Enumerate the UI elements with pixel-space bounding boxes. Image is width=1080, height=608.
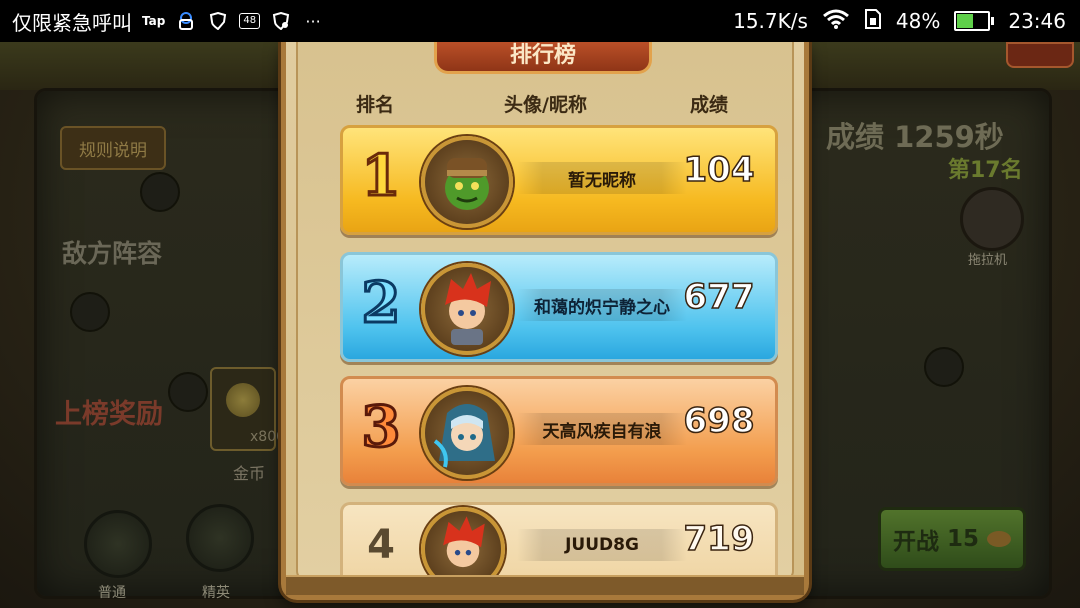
reward-slot-icon [168, 372, 208, 412]
player-score: 104 [683, 149, 755, 191]
start-cost: 15 [946, 526, 979, 552]
hero-avatar-icon[interactable] [960, 187, 1024, 251]
status-bar: 仅限紧急呼叫 Tap 48 ··· 15.7K/s 48% 23:46 [0, 0, 1080, 42]
settings-shield-icon [270, 10, 292, 32]
rank-number: 1 [360, 143, 402, 210]
vpn-lock-icon [175, 10, 197, 32]
clock: 23:46 [1008, 9, 1066, 33]
battery-icon [954, 11, 995, 31]
rank-number: 2 [360, 270, 402, 337]
shield-icon [207, 10, 229, 32]
player-name: JUUD8G [517, 529, 687, 561]
rank-number: 3 [360, 394, 402, 461]
mode-elite-button[interactable] [186, 504, 254, 572]
carrier-status: 仅限紧急呼叫 [12, 10, 132, 35]
acorn-icon [987, 531, 1011, 547]
network-speed: 15.7K/s [733, 9, 808, 33]
rules-button[interactable]: 规则说明 [60, 126, 166, 170]
leaderboard-row[interactable]: 4 JUUD8G 719 [340, 502, 778, 585]
enemy-lineup-title: 敌方阵容 [62, 239, 163, 268]
leaderboard-body: 排名 头像/昵称 成绩 1 暂无昵称 104 2 和蔼的炽宁静之心 677 3 … [296, 42, 794, 585]
mode-elite-label: 精英 [202, 585, 230, 601]
enemy-slot-icon [140, 172, 180, 212]
my-rank: 第17名 [948, 158, 1023, 183]
reward-title: 上榜奖励 [55, 399, 163, 430]
mode-normal-label: 普通 [98, 585, 126, 601]
coin-label: 金币 [233, 464, 266, 483]
reward-quantity: x800 [250, 429, 286, 445]
player-score: 698 [683, 400, 755, 442]
leaderboard-modal: 排名 头像/昵称 成绩 1 暂无昵称 104 2 和蔼的炽宁静之心 677 3 … [281, 38, 809, 600]
column-rank: 排名 [356, 94, 395, 116]
column-score: 成绩 [690, 94, 729, 116]
leaderboard-frame-bottom [286, 575, 804, 595]
player-name: 天高风疾自有浪 [517, 413, 687, 445]
wifi-icon [822, 9, 850, 34]
rank-number: 4 [367, 522, 395, 568]
goblin-avatar-icon [421, 136, 513, 228]
hooded-mage-avatar-icon [421, 387, 513, 479]
start-battle-button[interactable]: 开战 15 [878, 507, 1026, 571]
sim-badge: 48 [239, 13, 261, 29]
coin-icon [226, 383, 260, 417]
player-score: 719 [683, 518, 755, 560]
start-label: 开战 [892, 529, 939, 555]
my-score: 成绩 1259秒 [826, 120, 1004, 154]
hero-label: 拖拉机 [968, 253, 1008, 268]
close-button[interactable] [1006, 42, 1074, 68]
battery-percent: 48% [895, 9, 941, 33]
enemy-slot-icon [924, 347, 964, 387]
red-hair-hero-avatar-icon [421, 263, 513, 355]
player-name: 暂无昵称 [517, 162, 687, 194]
leaderboard-row[interactable]: 2 和蔼的炽宁静之心 677 [340, 252, 778, 362]
more-icon: ··· [305, 11, 321, 31]
mode-normal-button[interactable] [84, 510, 152, 578]
red-hair-hero-avatar-icon [421, 507, 505, 585]
player-name: 和蔼的炽宁静之心 [517, 289, 687, 321]
leaderboard-row[interactable]: 3 天高风疾自有浪 698 [340, 376, 778, 486]
player-score: 677 [683, 276, 755, 318]
leaderboard-title: 排行榜 [434, 38, 652, 74]
tap-label: Tap [142, 14, 166, 28]
enemy-slot-icon [70, 292, 110, 332]
sim-card-icon [864, 8, 882, 35]
leaderboard-row[interactable]: 1 暂无昵称 104 [340, 125, 778, 235]
column-avatar-name: 头像/昵称 [504, 94, 587, 116]
